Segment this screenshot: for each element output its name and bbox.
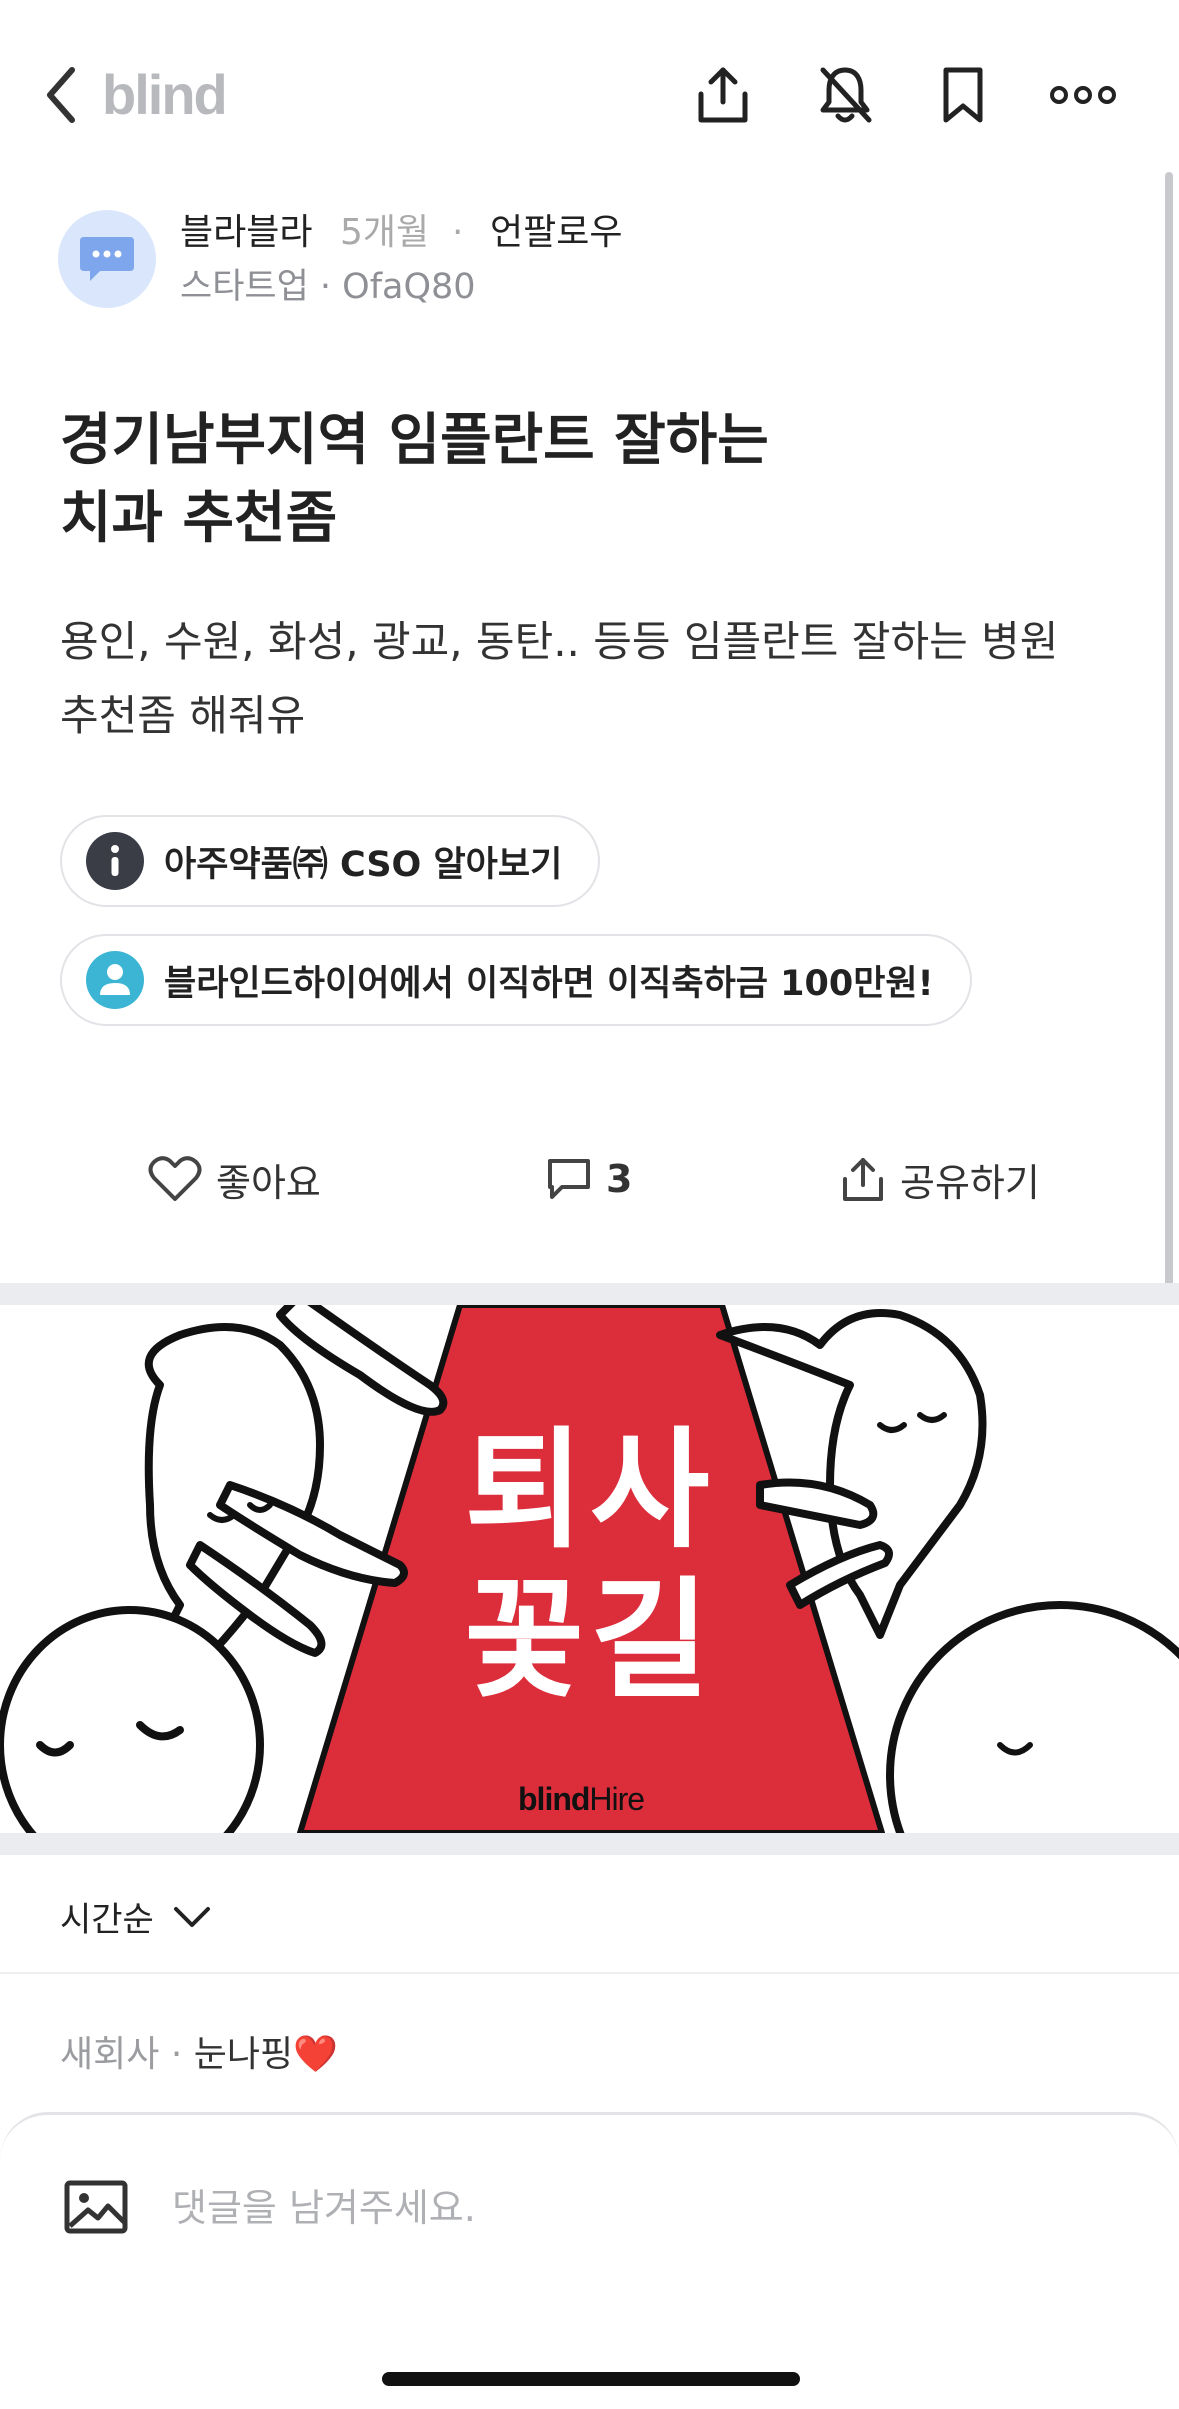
post-title-line: 경기남부지역 임플란트 잘하는 — [60, 408, 769, 473]
banner-brand-name: blind — [518, 1781, 590, 1817]
post-body-line: 용인, 수원, 화성, 광교, 동탄.. 등등 임플란트 잘하는 병원 — [60, 617, 1059, 666]
bookmark-button[interactable] — [930, 62, 996, 128]
back-button[interactable] — [40, 62, 86, 128]
share-icon — [698, 67, 748, 123]
chat-bubble-icon — [80, 237, 134, 281]
banner-headline-line: 퇴사 — [464, 1414, 716, 1566]
blind-hire-banner[interactable]: 퇴사 꽃길 blindHire — [0, 1305, 1179, 1833]
comment-sort-dropdown[interactable]: 시간순 — [60, 1888, 214, 1944]
section-divider — [0, 1283, 1179, 1305]
comment-author-meta[interactable]: 새회사 · 눈나핑❤️ — [60, 2030, 338, 2080]
banner-headline: 퇴사 꽃길 — [420, 1415, 760, 1715]
section-divider — [0, 1833, 1179, 1855]
post-detail-screen: blind 블라블라 5개월 · 언팔로우 스타트업 · OfaQ80 경기남부… — [0, 0, 1179, 2409]
bell-off-icon — [820, 67, 872, 123]
like-button[interactable]: 좋아요 — [148, 1146, 321, 1212]
banner-brand: blindHire — [518, 1781, 645, 1818]
heart-icon — [148, 1156, 202, 1201]
sort-divider — [0, 1972, 1179, 1974]
info-icon — [86, 832, 144, 890]
post-title-line: 치과 추천좀 — [60, 486, 338, 551]
top-nav-bar: blind — [0, 0, 1179, 190]
promo-pill-hire[interactable]: 블라인드하이어에서 이직하면 이직축하금 100만원! — [60, 934, 972, 1026]
sort-label: 시간순 — [60, 1899, 154, 1940]
post-title: 경기남부지역 임플란트 잘하는 치과 추천좀 — [60, 402, 1120, 558]
promo-pill-cso[interactable]: 아주약품㈜ CSO 알아보기 — [60, 815, 601, 907]
promo-pill-label: 블라인드하이어에서 이직하면 이직축하금 100만원! — [164, 963, 934, 1004]
post-body: 용인, 수원, 화성, 광교, 동탄.. 등등 임플란트 잘하는 병원 추천좀 … — [60, 605, 1140, 753]
home-indicator — [382, 2372, 800, 2386]
bookmark-icon — [943, 67, 983, 123]
unfollow-button[interactable]: 언팔로우 — [490, 210, 622, 256]
person-icon — [86, 951, 144, 1009]
banner-brand-suffix: Hire — [589, 1781, 645, 1817]
separator-dot: · — [452, 212, 464, 253]
author-avatar[interactable] — [58, 210, 156, 308]
more-horizontal-icon — [1050, 86, 1116, 104]
more-options-button[interactable] — [1050, 62, 1116, 128]
post-body-line: 추천좀 해줘유 — [60, 691, 306, 740]
comment-composer — [0, 2112, 1179, 2409]
blind-logo: blind — [102, 63, 228, 126]
author-name[interactable]: 블라블라 — [180, 210, 312, 256]
share-button[interactable]: 공유하기 — [840, 1146, 1040, 1212]
attach-image-button[interactable] — [64, 2180, 128, 2236]
notification-off-button[interactable] — [812, 62, 878, 128]
comment-input[interactable] — [170, 2174, 1074, 2242]
like-label: 좋아요 — [216, 1160, 321, 1205]
heart-emoji: ❤️ — [293, 2034, 338, 2075]
comment-company: 새회사 — [60, 2034, 160, 2075]
author-company-meta: 스타트업 · OfaQ80 — [180, 267, 476, 307]
share-label: 공유하기 — [900, 1160, 1040, 1205]
banner-headline-line: 꽃길 — [464, 1564, 716, 1716]
comment-count: 3 — [606, 1157, 633, 1201]
comment-separator: · — [159, 2034, 194, 2075]
comment-nickname: 눈나핑 — [193, 2034, 294, 2075]
share-nav-button[interactable] — [690, 62, 756, 128]
post-time: 5개월 — [340, 212, 430, 253]
share-icon — [843, 1158, 883, 1201]
scrollbar[interactable] — [1165, 172, 1173, 1292]
comment-count-button[interactable]: 3 — [546, 1146, 632, 1212]
image-icon — [64, 2180, 128, 2234]
comment-icon — [548, 1159, 590, 1199]
chevron-down-icon — [173, 1907, 210, 1927]
chevron-left-icon — [47, 67, 75, 123]
promo-pill-label: 아주약품㈜ CSO 알아보기 — [164, 844, 563, 885]
